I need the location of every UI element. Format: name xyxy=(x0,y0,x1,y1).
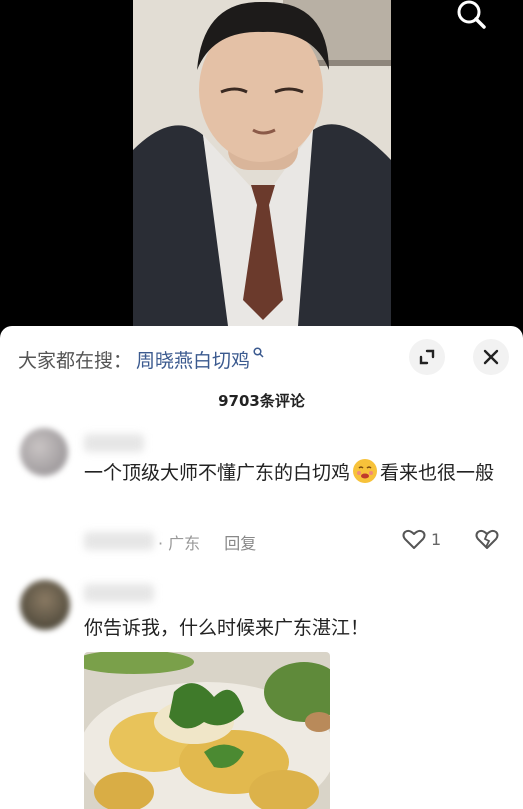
username-blurred[interactable] xyxy=(84,584,154,602)
comment-item: 一个顶级大师不懂广东的白切鸡 看来也很一般 · 广东 回复 1 xyxy=(0,424,523,564)
presenter-image xyxy=(133,0,391,326)
comment-text: 你告诉我，什么时候来广东湛江！ xyxy=(84,617,370,639)
white-cut-chicken-image xyxy=(84,652,330,809)
broken-heart-icon xyxy=(475,529,499,549)
dislike-button[interactable] xyxy=(474,528,500,554)
comment-text: 一个顶级大师不懂广东的白切鸡 看来也很一般 xyxy=(84,456,495,490)
comment-text-part: 一个顶级大师不懂广东的白切鸡 xyxy=(84,462,351,484)
trending-search-term[interactable]: 周晓燕白切鸡 xyxy=(136,346,250,373)
search-icon xyxy=(457,0,486,29)
like-count: 1 xyxy=(431,529,442,549)
trending-search-prefix: 大家都在搜： xyxy=(18,349,133,372)
close-button[interactable] xyxy=(473,339,509,375)
video-frame xyxy=(133,0,391,326)
video-player[interactable] xyxy=(0,0,523,326)
comment-meta: · 广东 回复 xyxy=(84,530,256,554)
close-icon xyxy=(483,349,499,365)
grimace-emoji-icon xyxy=(353,459,378,483)
comment-location: · 广东 xyxy=(158,534,201,553)
avatar[interactable] xyxy=(20,580,70,630)
search-button[interactable] xyxy=(453,0,493,30)
like-button[interactable]: 1 xyxy=(402,528,441,550)
expand-icon xyxy=(419,349,435,365)
comment-text-part: 看来也很一般 xyxy=(380,462,495,484)
small-search-icon xyxy=(253,347,264,361)
time-blurred xyxy=(84,532,154,550)
expand-button[interactable] xyxy=(409,339,445,375)
username-blurred[interactable] xyxy=(84,434,144,452)
comment-count: 9703条评论 xyxy=(218,392,305,410)
trending-search[interactable]: 大家都在搜： 周晓燕白切鸡 xyxy=(18,346,264,372)
avatar[interactable] xyxy=(20,428,68,476)
reply-button[interactable]: 回复 xyxy=(224,530,256,554)
comment-photo[interactable] xyxy=(84,652,330,809)
heart-icon xyxy=(402,529,426,549)
comment-sheet: 大家都在搜： 周晓燕白切鸡 9703条评论 一个顶级大师不懂广东的白切鸡 看来也很… xyxy=(0,326,523,809)
